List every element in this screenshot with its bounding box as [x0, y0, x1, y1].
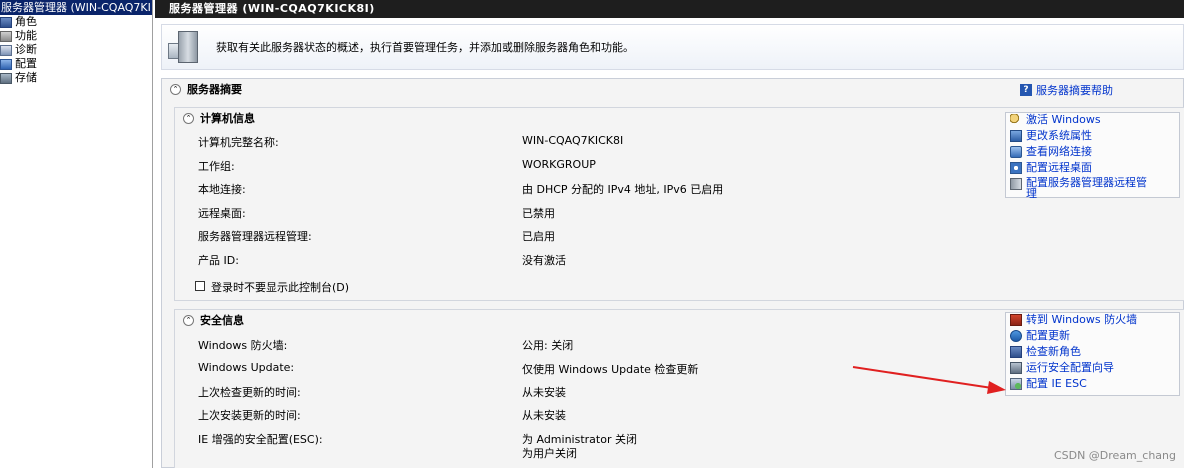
navigation-tree: 服务器管理器 (WIN-CQAQ7KI 角色 功能 诊断 配置 存储	[0, 0, 153, 468]
task-label: 查看网络连接	[1026, 145, 1092, 158]
tree-item-configuration[interactable]: 配置	[0, 57, 152, 71]
task-label: 检查新角色	[1026, 345, 1081, 358]
ie-esc-icon	[1010, 378, 1022, 390]
pane-title: 服务器管理器 (WIN-CQAQ7KICK8I)	[155, 0, 1184, 18]
collapse-icon[interactable]: ⌃	[183, 314, 194, 326]
computer-tasks-panel: 激活 Windows 更改系统属性 查看网络连接 配置远程桌面 配置服务器管理器…	[1005, 112, 1180, 199]
info-key: 计算机完整名称:	[198, 136, 279, 149]
computer-info-section: ⌃ 计算机信息 计算机完整名称: WIN-CQAQ7KICK8I 工作组: WO…	[174, 107, 1184, 301]
workgroup-value: WORKGROUP	[522, 158, 596, 171]
server-manager-icon	[168, 29, 204, 65]
tree-item-diagnostics[interactable]: 诊断	[0, 43, 152, 57]
security-info-section: ⌃ 安全信息 Windows 防火墙: 公用: 关闭 Windows Updat…	[174, 309, 1184, 468]
task-label: 配置远程桌面	[1026, 161, 1092, 174]
task-label: 激活 Windows	[1026, 113, 1101, 126]
section-title: 安全信息	[200, 314, 244, 327]
tree-item-label: 功能	[15, 29, 37, 42]
windows-update-value: 仅使用 Windows Update 检查更新	[522, 363, 699, 376]
security-wizard-icon	[1010, 362, 1022, 374]
local-connection-value: 由 DHCP 分配的 IPv4 地址, IPv6 已启用	[522, 183, 724, 196]
task-label: 配置 IE ESC	[1026, 377, 1087, 390]
key-icon	[1010, 114, 1022, 126]
tree-item-roles[interactable]: 角色	[0, 15, 152, 29]
watermark: CSDN @Dream_chang	[1053, 449, 1176, 462]
configure-remote-management-link[interactable]: 配置服务器管理器远程管理	[1006, 177, 1179, 203]
configure-updates-link[interactable]: 配置更新	[1006, 329, 1179, 345]
go-to-firewall-link[interactable]: 转到 Windows 防火墙	[1006, 313, 1179, 329]
server-summary-help-link[interactable]: ? 服务器摘要帮助	[1020, 82, 1113, 98]
roles-icon	[1010, 346, 1022, 358]
task-label: 转到 Windows 防火墙	[1026, 313, 1138, 326]
product-id-value: 没有激活	[522, 254, 566, 267]
info-key: 服务器管理器远程管理:	[198, 230, 312, 243]
task-label: 理	[1026, 187, 1037, 200]
security-tasks-panel: 转到 Windows 防火墙 配置更新 检查新角色 运行安全配置向导 配置 IE…	[1005, 312, 1180, 396]
ie-esc-user-value: 为用户关闭	[522, 447, 577, 460]
tree-item-label: 角色	[15, 15, 37, 28]
storage-icon	[0, 72, 12, 84]
info-key: 本地连接:	[198, 183, 246, 196]
task-label: 运行安全配置向导	[1026, 361, 1114, 374]
system-properties-icon	[1010, 130, 1022, 142]
activate-windows-link[interactable]: 激活 Windows	[1006, 113, 1179, 129]
tree-item-label: 配置	[15, 57, 37, 70]
network-icon	[1010, 146, 1022, 158]
tree-item-label: 存储	[15, 71, 37, 84]
last-install-value: 从未安装	[522, 409, 566, 422]
intro-banner: 获取有关此服务器状态的概述，执行首要管理任务，并添加或删除服务器角色和功能。	[161, 24, 1184, 70]
server-summary-section: ⌃ 服务器摘要 ? 服务器摘要帮助 ⌃ 计算机信息 计算机完整名称: WIN-CQ…	[161, 78, 1184, 468]
info-key: 产品 ID:	[198, 254, 239, 267]
server-manager-icon	[1010, 178, 1022, 190]
features-icon	[0, 30, 12, 42]
info-key: 工作组:	[198, 160, 235, 173]
check-new-roles-link[interactable]: 检查新角色	[1006, 345, 1179, 361]
info-key: 远程桌面:	[198, 207, 246, 220]
task-label: 配置服务器管理器远程管	[1026, 176, 1147, 189]
firewall-value: 公用: 关闭	[522, 339, 574, 352]
roles-icon	[0, 16, 12, 28]
change-system-properties-link[interactable]: 更改系统属性	[1006, 129, 1179, 145]
server-summary-header: ⌃ 服务器摘要 ? 服务器摘要帮助	[162, 79, 1183, 99]
info-key: Windows 防火墙:	[198, 339, 288, 352]
hide-console-checkbox[interactable]	[195, 281, 205, 291]
remote-management-value: 已启用	[522, 230, 555, 243]
view-network-connections-link[interactable]: 查看网络连接	[1006, 145, 1179, 161]
remote-desktop-icon	[1010, 162, 1022, 174]
help-link-label: 服务器摘要帮助	[1036, 84, 1113, 97]
help-icon: ?	[1020, 84, 1032, 96]
configure-ie-esc-link[interactable]: 配置 IE ESC	[1006, 377, 1179, 393]
diagnostics-icon	[0, 44, 12, 56]
tree-root-server-manager[interactable]: 服务器管理器 (WIN-CQAQ7KI	[0, 0, 152, 15]
task-label: 更改系统属性	[1026, 129, 1092, 142]
main-pane: 服务器管理器 (WIN-CQAQ7KICK8I) 获取有关此服务器状态的概述，执…	[155, 0, 1184, 468]
task-label: 配置更新	[1026, 329, 1070, 342]
configuration-icon	[0, 58, 12, 70]
intro-text: 获取有关此服务器状态的概述，执行首要管理任务，并添加或删除服务器角色和功能。	[216, 41, 634, 54]
tree-item-label: 诊断	[15, 43, 37, 56]
section-title: 服务器摘要	[187, 83, 242, 96]
configure-remote-desktop-link[interactable]: 配置远程桌面	[1006, 161, 1179, 177]
remote-desktop-value: 已禁用	[522, 207, 555, 220]
collapse-icon[interactable]: ⌃	[170, 83, 181, 95]
security-config-wizard-link[interactable]: 运行安全配置向导	[1006, 361, 1179, 377]
info-key: IE 增强的安全配置(ESC):	[198, 433, 323, 446]
update-icon	[1010, 330, 1022, 342]
computer-name-value: WIN-CQAQ7KICK8I	[522, 134, 624, 147]
section-title: 计算机信息	[200, 112, 255, 125]
last-check-value: 从未安装	[522, 386, 566, 399]
info-key: Windows Update:	[198, 361, 295, 374]
info-key: 上次安装更新的时间:	[198, 409, 301, 422]
firewall-icon	[1010, 314, 1022, 326]
tree-item-features[interactable]: 功能	[0, 29, 152, 43]
collapse-icon[interactable]: ⌃	[183, 112, 194, 124]
tree-item-storage[interactable]: 存储	[0, 71, 152, 85]
info-key: 上次检查更新的时间:	[198, 386, 301, 399]
hide-console-label: 登录时不要显示此控制台(D)	[211, 281, 350, 294]
